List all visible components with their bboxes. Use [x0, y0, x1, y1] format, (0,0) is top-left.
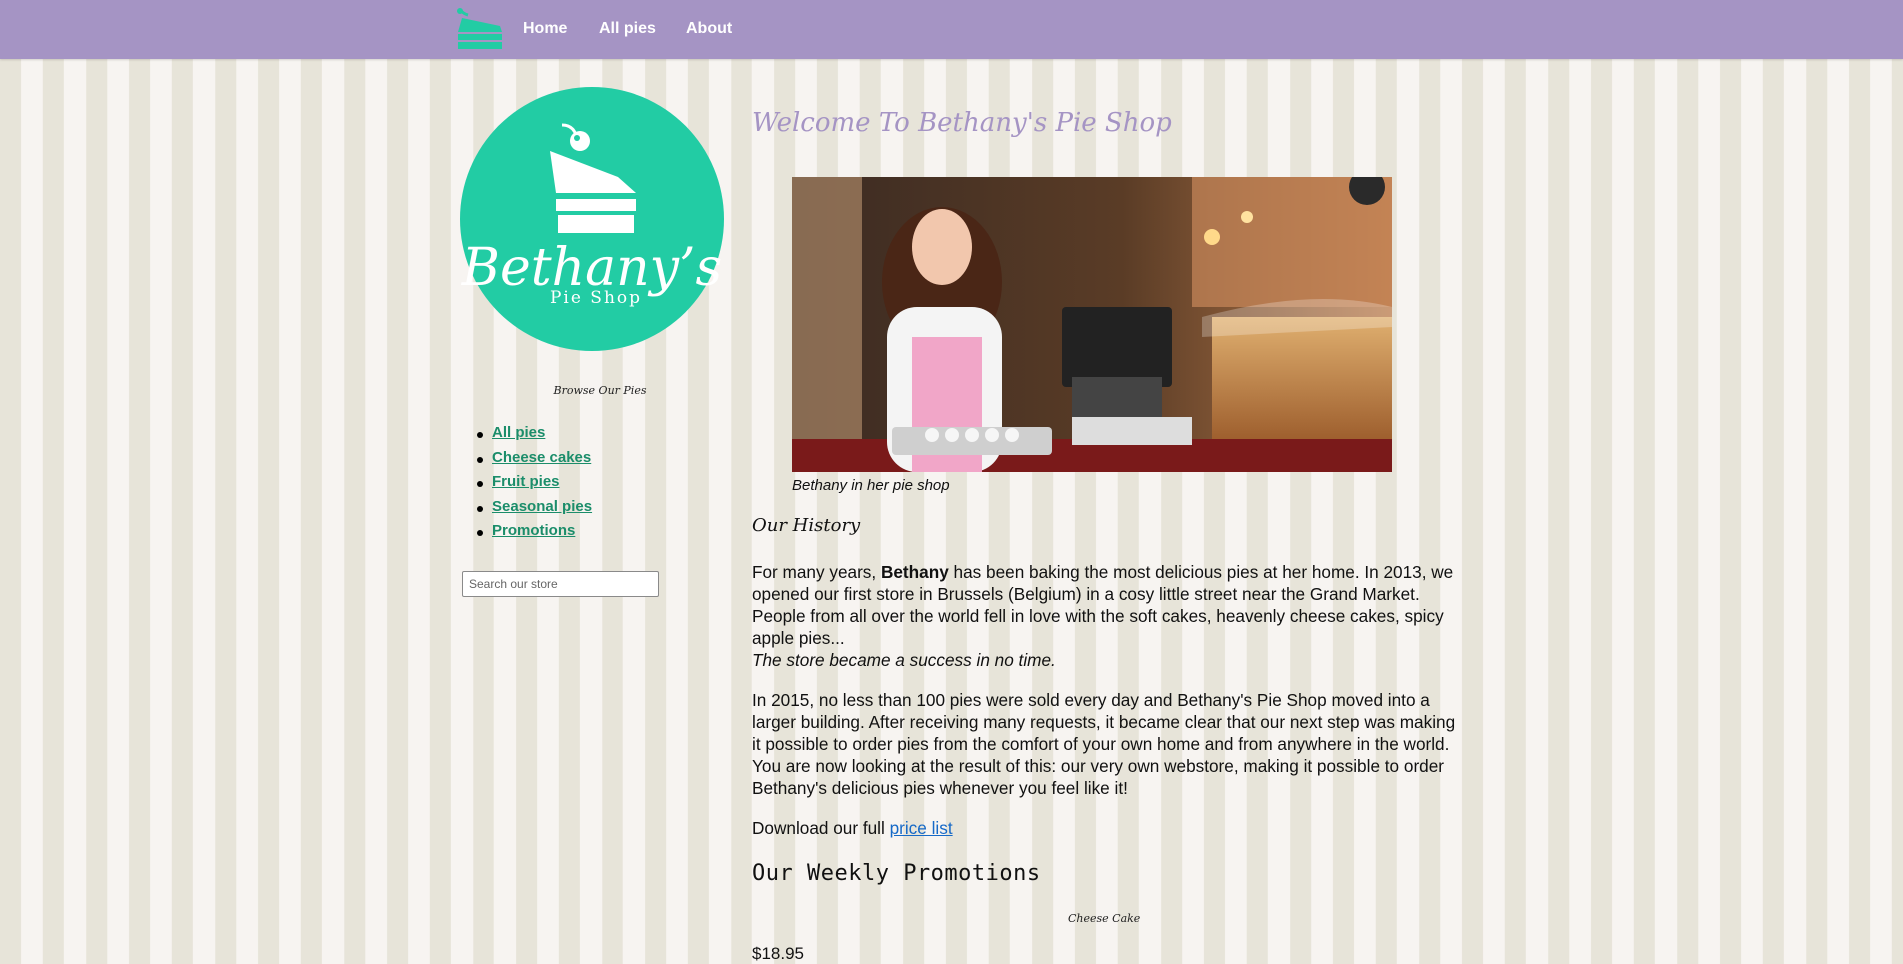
list-item: Cheese cakes [472, 449, 592, 474]
download-text: Download our full [752, 818, 890, 838]
category-promotions-link[interactable]: Promotions [492, 522, 575, 539]
price-list-link[interactable]: price list [890, 818, 953, 838]
success-italic: The store became a success in no time. [752, 650, 1056, 670]
browse-title: Browse Our Pies [553, 384, 647, 397]
hero-image [792, 177, 1392, 472]
promo-item-name: Cheese Cake [1068, 912, 1141, 925]
category-list: All pies Cheese cakes Fruit pies Seasona… [472, 424, 592, 547]
list-item: Fruit pies [472, 473, 592, 498]
history-title: Our History [752, 515, 861, 536]
nav-home-link[interactable]: Home [523, 20, 567, 38]
logo-subtitle: Pie Shop [550, 288, 642, 308]
history-paragraph-1: For many years, Bethany has been baking … [752, 561, 1457, 671]
promo-price: $18.95 [752, 944, 804, 963]
image-caption: Bethany in her pie shop [792, 477, 950, 494]
top-navbar: Home All pies About [0, 0, 1903, 59]
history-paragraph-2: In 2015, no less than 100 pies were sold… [752, 690, 1456, 798]
page-title: Welcome To Bethany's Pie Shop [752, 108, 1172, 138]
bethanys-logo: Bethany’s Pie Shop [460, 87, 724, 351]
nav-all-pies-link[interactable]: All pies [599, 20, 656, 38]
search-input[interactable] [462, 571, 659, 597]
category-cheese-cakes-link[interactable]: Cheese cakes [492, 449, 591, 466]
cake-slice-icon[interactable] [452, 6, 508, 50]
category-fruit-pies-link[interactable]: Fruit pies [492, 473, 560, 490]
category-all-pies-link[interactable]: All pies [492, 424, 545, 441]
list-item: Promotions [472, 522, 592, 547]
download-paragraph: Download our full price list [752, 817, 1457, 839]
bethany-bold: Bethany [880, 562, 949, 582]
category-seasonal-pies-link[interactable]: Seasonal pies [492, 498, 592, 515]
list-item: Seasonal pies [472, 498, 592, 523]
nav-about-link[interactable]: About [686, 20, 732, 38]
promotions-title: Our Weekly Promotions [752, 861, 1041, 886]
history-lead-text: For many years, [752, 562, 881, 582]
list-item: All pies [472, 424, 592, 449]
